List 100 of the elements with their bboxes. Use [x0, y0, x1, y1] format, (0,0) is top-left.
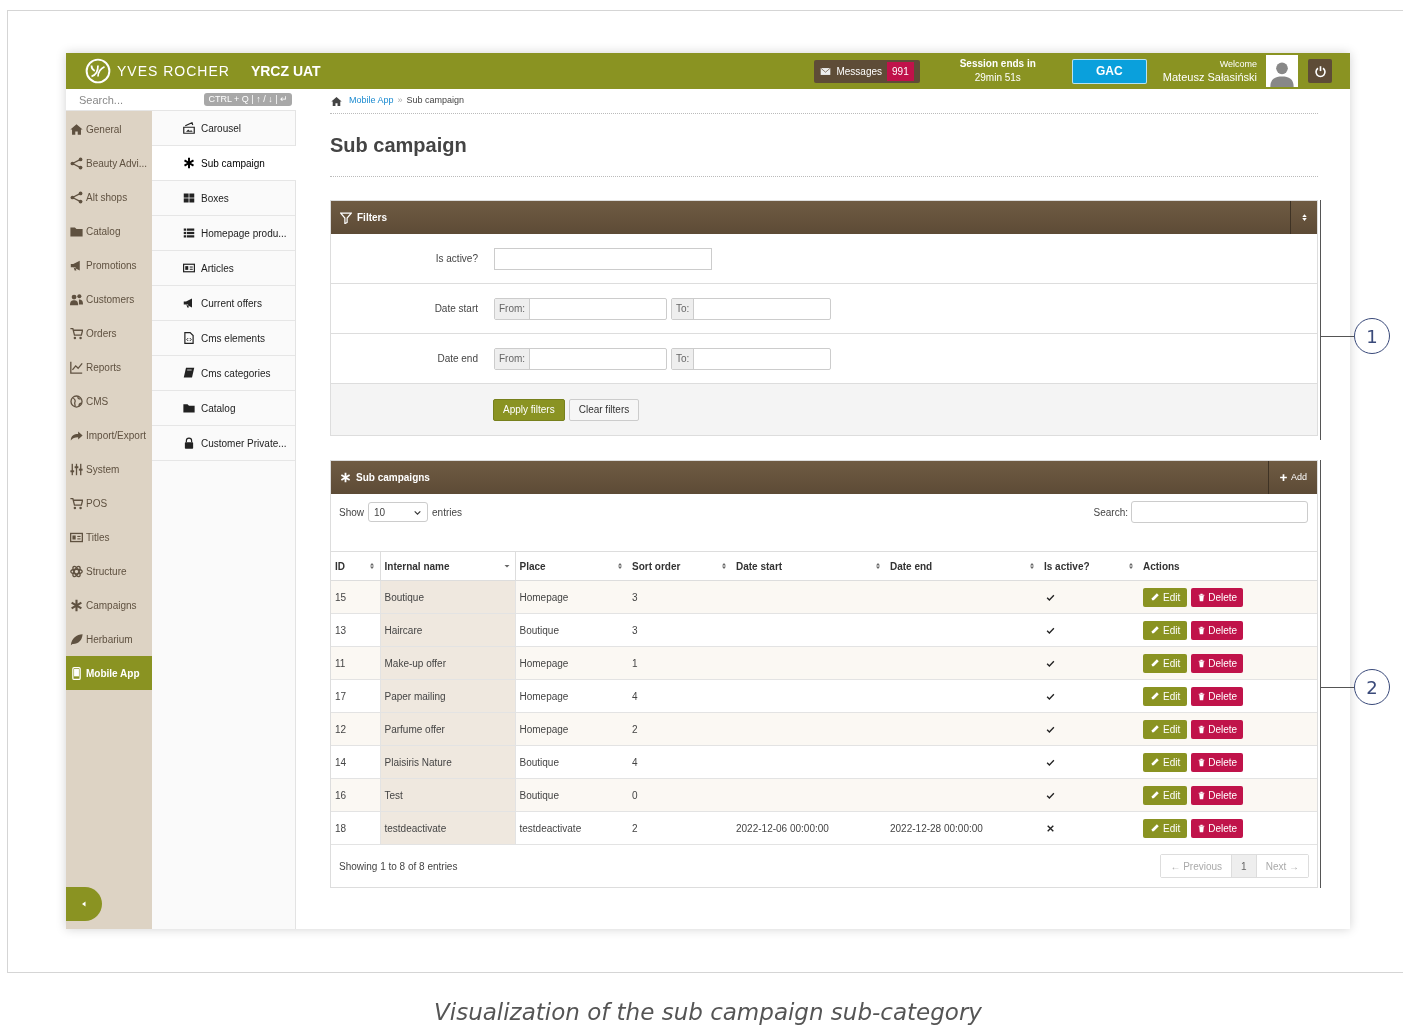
user-name: Mateusz Sałasiński: [1162, 71, 1257, 84]
apply-filters-button[interactable]: Apply filters: [493, 398, 565, 421]
table-cell: Parfume offer: [380, 712, 515, 746]
table-cell: Boutique: [515, 778, 628, 812]
callout-number: 2: [1354, 669, 1390, 705]
table-cell: 12: [331, 712, 380, 746]
edit-button[interactable]: Edit: [1143, 818, 1188, 838]
table-cell: 3: [628, 613, 732, 647]
input-addon-label: To:: [672, 348, 695, 369]
delete-button[interactable]: Delete: [1191, 752, 1244, 772]
sidebar-item[interactable]: Import/Export: [66, 418, 152, 452]
table-cell: 2022-12-28 00:00:00: [886, 811, 1040, 845]
input-field[interactable]: [494, 247, 712, 270]
table-cell: 14: [331, 745, 380, 779]
date-from-field[interactable]: From:: [494, 297, 667, 320]
edit-button[interactable]: Edit: [1143, 587, 1188, 607]
delete-button[interactable]: Delete: [1191, 686, 1244, 706]
photo-frame-icon: [183, 122, 195, 134]
column-header[interactable]: ID: [331, 551, 380, 581]
keyboard-shortcut-hint: CTRL + Q | ↑ / ↓ | ↵: [204, 92, 292, 107]
house-icon: [331, 95, 342, 107]
table-info-text: Showing 1 to 8 of 8 entries: [339, 859, 458, 874]
gac-button[interactable]: GAC: [1071, 58, 1147, 84]
nodes-icon: [70, 156, 83, 170]
table-cell: 17: [331, 679, 380, 713]
house-icon: [70, 122, 83, 136]
session-label: Session ends in: [959, 57, 1036, 71]
table-cell: 13: [331, 613, 380, 647]
edit-button[interactable]: Edit: [1143, 785, 1188, 805]
pencil-icon: [1150, 724, 1160, 734]
column-header[interactable]: Internal name: [380, 551, 515, 581]
date-to-field[interactable]: To:: [671, 297, 831, 320]
table-cell: Homepage: [515, 580, 628, 614]
submenu-item[interactable]: Cms categories: [152, 356, 295, 391]
sidebar-item[interactable]: Catalog: [66, 214, 152, 248]
sidebar-item[interactable]: Reports: [66, 350, 152, 384]
submenu-item[interactable]: Boxes: [152, 181, 295, 216]
date-to-field[interactable]: To:: [671, 347, 831, 370]
submenu-item[interactable]: Current offers: [152, 286, 295, 321]
submenu-item[interactable]: Catalog: [152, 391, 295, 426]
table-cell: 4: [628, 745, 732, 779]
sidebar-item[interactable]: Beauty Advi...: [66, 146, 152, 180]
edit-button[interactable]: Edit: [1143, 752, 1188, 772]
clear-filters-button[interactable]: Clear filters: [568, 398, 640, 421]
column-header[interactable]: Sort order: [628, 551, 732, 581]
sidebar-item[interactable]: Alt shops: [66, 180, 152, 214]
submenu-item[interactable]: Articles: [152, 251, 295, 286]
edit-button[interactable]: Edit: [1143, 620, 1188, 640]
edit-button[interactable]: Edit: [1143, 719, 1188, 739]
field-label: Date start: [433, 302, 478, 316]
sidebar-item[interactable]: Structure: [66, 554, 152, 588]
add-button[interactable]: Add: [1268, 461, 1317, 494]
table-cell: 18: [331, 811, 380, 845]
table-cell: 0: [628, 778, 732, 812]
delete-button[interactable]: Delete: [1191, 719, 1244, 739]
submenu-item[interactable]: Customer Private...: [152, 426, 295, 461]
edit-button[interactable]: Edit: [1143, 653, 1188, 673]
messages-button[interactable]: Messages 991: [814, 59, 920, 83]
column-header[interactable]: Place: [515, 551, 628, 581]
column-header[interactable]: Date start: [732, 551, 886, 581]
column-header[interactable]: Date end: [886, 551, 1040, 581]
sidebar-item[interactable]: Promotions: [66, 248, 152, 282]
sidebar-item[interactable]: Customers: [66, 282, 152, 316]
table-cell: 2: [628, 811, 732, 845]
column-header[interactable]: Is active?: [1040, 551, 1139, 581]
edit-button[interactable]: Edit: [1143, 686, 1188, 706]
submenu-item[interactable]: Sub campaign: [152, 146, 296, 181]
collapse-sidebar-button[interactable]: [66, 887, 102, 921]
sidebar-item[interactable]: System: [66, 452, 152, 486]
breadcrumb-current: Sub campaign: [406, 94, 465, 108]
breadcrumb-link[interactable]: Mobile App: [349, 94, 394, 108]
logout-button[interactable]: [1308, 59, 1332, 83]
sidebar-item[interactable]: Mobile App: [66, 656, 152, 690]
sidebar-item[interactable]: CMS: [66, 384, 152, 418]
date-from-field[interactable]: From:: [494, 347, 667, 370]
delete-button[interactable]: Delete: [1191, 620, 1244, 640]
sidebar-item[interactable]: Orders: [66, 316, 152, 350]
sidebar-item[interactable]: Campaigns: [66, 588, 152, 622]
input-field[interactable]: [1131, 501, 1308, 523]
page-size-select[interactable]: 10: [368, 502, 428, 522]
delete-button[interactable]: Delete: [1191, 653, 1244, 673]
submenu-item[interactable]: Homepage produ...: [152, 216, 295, 251]
sliders-icon: [70, 462, 83, 476]
caret-left-icon: [80, 900, 88, 908]
delete-button[interactable]: Delete: [1191, 587, 1244, 607]
pencil-icon: [1150, 658, 1160, 668]
delete-button[interactable]: Delete: [1191, 818, 1244, 838]
delete-button[interactable]: Delete: [1191, 785, 1244, 805]
message-count-badge: 991: [887, 61, 914, 81]
sidebar-item[interactable]: Herbarium: [66, 622, 152, 656]
sidebar-item[interactable]: General: [66, 112, 152, 146]
field-label: Is active?: [434, 252, 478, 266]
phone-icon: [70, 666, 83, 680]
user-avatar[interactable]: [1266, 55, 1298, 87]
sidebar-item[interactable]: POS: [66, 486, 152, 520]
megaphone-icon: [183, 297, 195, 309]
pagination-button[interactable]: 1: [1231, 855, 1256, 877]
callout-number: 1: [1354, 318, 1390, 354]
submenu-item[interactable]: Cms elements: [152, 321, 295, 356]
sidebar-item[interactable]: Titles: [66, 520, 152, 554]
